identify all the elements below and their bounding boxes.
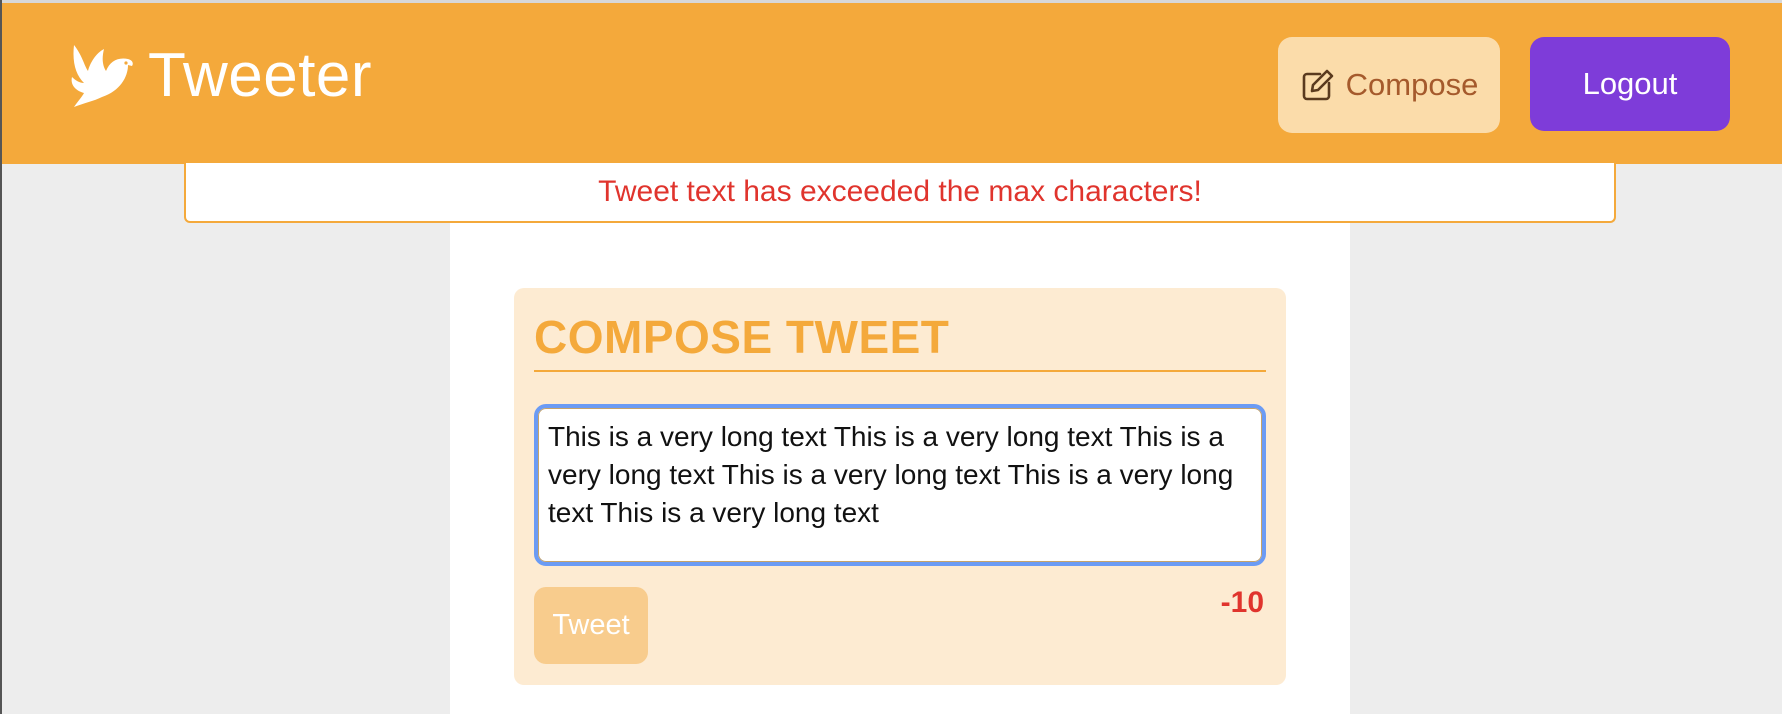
top-navbar: Tweeter Compose Logout xyxy=(2,0,1782,164)
error-message: Tweet text has exceeded the max characte… xyxy=(598,175,1202,208)
tweet-button[interactable]: Tweet xyxy=(534,587,648,664)
tweet-button-label: Tweet xyxy=(552,609,630,641)
compose-button-label: Compose xyxy=(1345,67,1479,102)
edit-icon xyxy=(1302,69,1333,101)
compose-title: COMPOSE TWEET xyxy=(534,310,1266,372)
dove-icon xyxy=(71,45,133,107)
logout-button[interactable]: Logout xyxy=(1530,37,1730,131)
compose-tweet-card: COMPOSE TWEET This is a very long text T… xyxy=(514,288,1286,685)
tweet-text-input[interactable]: This is a very long text This is a very … xyxy=(534,404,1266,566)
compose-button[interactable]: Compose xyxy=(1278,37,1500,133)
character-counter: -10 xyxy=(1220,586,1264,619)
app-name: Tweeter xyxy=(148,41,373,110)
brand[interactable]: Tweeter xyxy=(66,41,372,111)
error-alert: Tweet text has exceeded the max characte… xyxy=(184,163,1616,223)
logout-button-label: Logout xyxy=(1582,66,1678,101)
